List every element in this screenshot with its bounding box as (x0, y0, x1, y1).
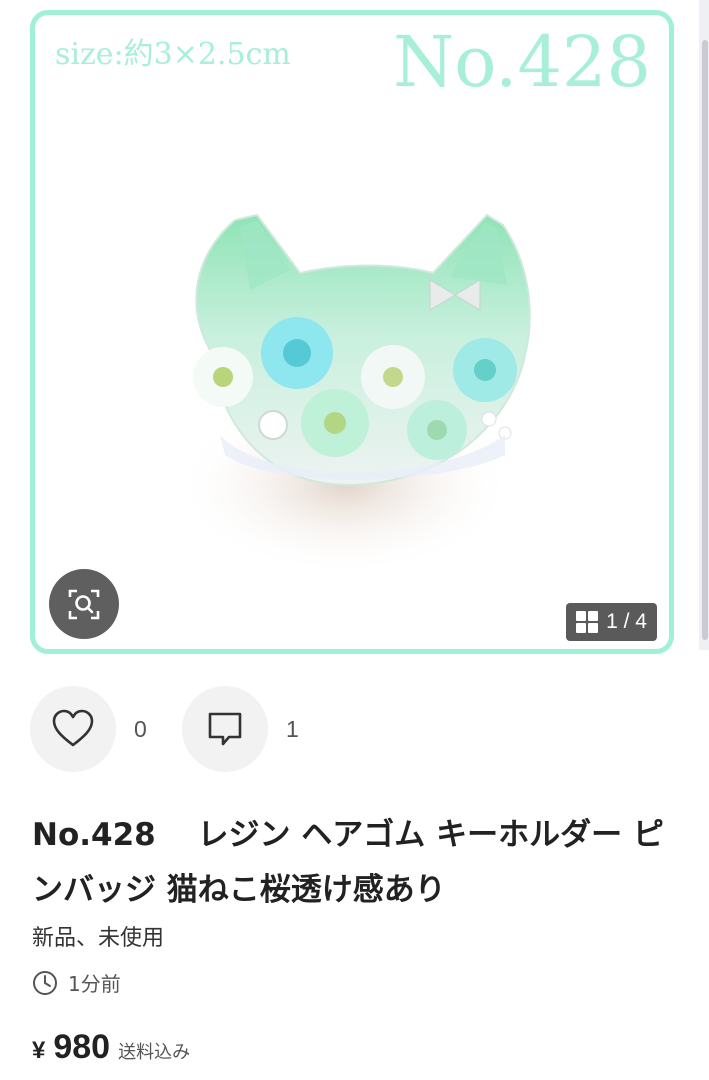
heart-icon (52, 709, 94, 747)
price-value: 980 (53, 1028, 111, 1066)
like-count: 0 (134, 715, 147, 742)
comment-count: 1 (286, 715, 299, 742)
product-photo (175, 213, 531, 575)
gallery-grid-icon (576, 611, 599, 633)
clock-icon (33, 970, 57, 995)
image-counter-badge[interactable]: 1 / 4 (566, 603, 657, 641)
posted-time-row: 1分前 (32, 968, 121, 997)
product-image-frame[interactable]: size:約3×2.5cm No.428 1 / 4 (30, 10, 674, 654)
item-condition: 新品、未使用 (32, 926, 165, 951)
image-search-button[interactable] (49, 569, 119, 639)
image-search-icon (68, 589, 100, 620)
scrollbar[interactable] (699, 0, 709, 650)
price-row: ¥ 980 送料込み (32, 1028, 190, 1067)
posted-time: 1分前 (68, 972, 121, 996)
image-size-caption: size:約3×2.5cm (55, 37, 291, 72)
currency-symbol: ¥ (32, 1037, 46, 1064)
reaction-bar: 0 1 (30, 686, 326, 772)
scrollbar-thumb[interactable] (702, 40, 708, 640)
like-button[interactable] (30, 686, 116, 772)
image-number-caption: No.428 (392, 21, 651, 103)
image-counter-text: 1 / 4 (606, 610, 647, 633)
shipping-note: 送料込み (118, 1042, 191, 1063)
comment-button[interactable] (182, 686, 268, 772)
item-title: No.428 レジン ヘアゴム キーホルダー ピンバッジ 猫ねこ桜透け感あり (32, 817, 664, 908)
comment-icon (208, 712, 242, 746)
